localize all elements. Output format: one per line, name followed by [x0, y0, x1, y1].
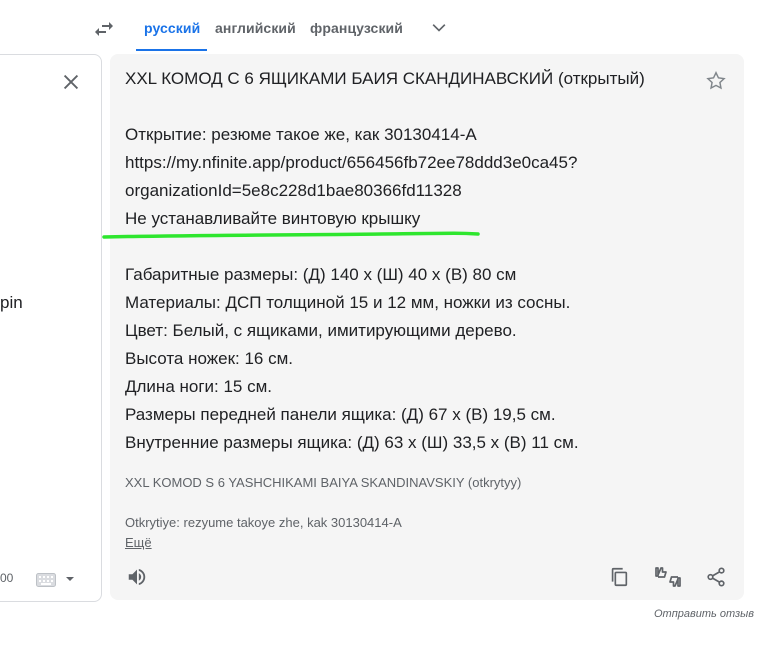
translation-line: Цвет: Белый, с ящиками, имитирующими дер…: [125, 321, 517, 340]
source-panel: [0, 54, 102, 602]
share-icon[interactable]: [705, 566, 727, 588]
translation-line: organizationId=5e8c228d1bae80366fd11328: [125, 181, 462, 200]
star-icon[interactable]: [705, 70, 727, 92]
translation-line: Высота ножек: 16 см.: [125, 349, 294, 368]
translation-title: XXL КОМОД С 6 ЯЩИКАМИ БАИЯ СКАНДИНАВСКИЙ…: [125, 69, 645, 88]
close-icon[interactable]: [60, 71, 82, 93]
translation-line: Материалы: ДСП толщиной 15 и 12 мм, ножк…: [125, 293, 571, 312]
keyboard-icon[interactable]: [36, 573, 56, 587]
copy-icon[interactable]: [608, 566, 630, 588]
translation-line: Не устанавливайте винтовую крышку: [125, 209, 421, 228]
tab-english[interactable]: английский: [215, 20, 296, 36]
translation-line: Открытие: резюме такое же, как 30130414-…: [125, 125, 477, 144]
tab-russian[interactable]: русский: [144, 20, 200, 36]
translation-line: Габаритные размеры: (Д) 140 x (Ш) 40 x (…: [125, 265, 517, 284]
green-underline-annotation: [102, 231, 480, 239]
chevron-down-icon[interactable]: [429, 18, 449, 38]
char-counter: 00: [0, 571, 14, 585]
keyboard-dropdown-icon[interactable]: [64, 574, 76, 584]
transliteration-line: XXL KOMOD S 6 YASHCHIKAMI BAIYA SKANDINA…: [125, 475, 522, 490]
swap-languages-icon[interactable]: [92, 17, 116, 41]
translation-line: https://my.nfinite.app/product/656456fb7…: [125, 153, 578, 172]
active-tab-indicator: [136, 49, 207, 51]
tab-french[interactable]: французский: [310, 20, 403, 36]
more-link[interactable]: Ещё: [125, 535, 152, 550]
translation-line: Внутренние размеры ящика: (Д) 63 x (Ш) 3…: [125, 433, 579, 452]
transliteration-line: Otkrytiye: rezyume takoye zhe, kak 30130…: [125, 515, 402, 530]
translation-line: Размеры передней панели ящика: (Д) 67 x …: [125, 405, 556, 424]
source-text-fragment[interactable]: pin: [0, 293, 23, 313]
speaker-icon[interactable]: [126, 566, 148, 588]
send-feedback-link[interactable]: Отправить отзыв: [654, 608, 754, 620]
rate-translation-icon[interactable]: [654, 565, 682, 589]
translation-line: Длина ноги: 15 см.: [125, 377, 273, 396]
